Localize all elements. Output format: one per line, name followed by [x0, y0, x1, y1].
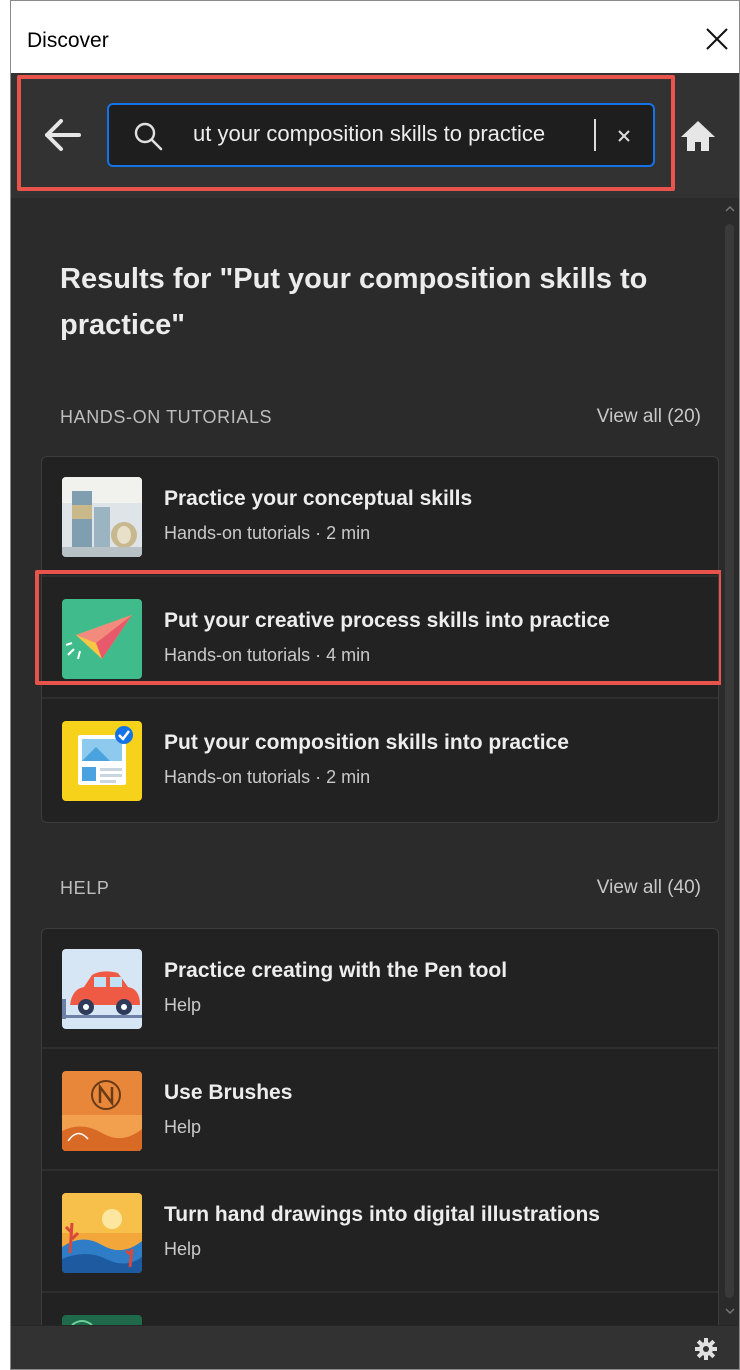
close-button[interactable] — [699, 19, 735, 59]
title-bar: Discover — [11, 1, 739, 73]
arrow-left-icon — [45, 119, 81, 151]
tutorials-view-all-link[interactable]: View all (20) — [597, 406, 701, 428]
clear-icon — [618, 130, 630, 142]
item-title: Practice creating with the Pen tool — [164, 959, 508, 982]
item-meta: Help — [164, 1239, 202, 1259]
help-item-pen-tool[interactable]: Practice creating with the Pen tool Help — [42, 929, 718, 1049]
item-meta: Hands-on tutorials · 2 min — [164, 523, 371, 543]
results-heading: Results for "Put your composition skills… — [60, 263, 648, 341]
home-button[interactable] — [677, 115, 719, 157]
partial-thumbnail — [62, 1315, 142, 1325]
search-field[interactable]: ut your composition skills to practice — [107, 103, 655, 167]
results-content: Results for "Put your composition skills… — [11, 198, 723, 1325]
item-meta: Hands-on tutorials · 2 min — [164, 767, 371, 787]
scroll-down-icon[interactable] — [725, 1306, 735, 1316]
search-icon — [134, 122, 163, 151]
gear-icon — [695, 1338, 717, 1360]
home-icon — [681, 121, 715, 151]
help-section-label: HELP — [60, 878, 110, 898]
discover-panel: Discover ut your composition skills to p… — [10, 0, 740, 1370]
help-list: Practice creating with the Pen tool Help… — [41, 928, 719, 1325]
item-title: Turn hand drawings into digital illustra… — [164, 1203, 600, 1226]
tutorial-item-conceptual[interactable]: Practice your conceptual skills Hands-on… — [42, 457, 718, 577]
tutorial-item-composition[interactable]: Put your composition skills into practic… — [42, 701, 718, 821]
settings-button[interactable] — [693, 1336, 719, 1362]
back-button[interactable] — [41, 115, 85, 155]
conceptual-skills-thumbnail — [62, 477, 142, 557]
close-icon — [706, 28, 728, 50]
search-header: ut your composition skills to practice — [11, 73, 739, 198]
selected-item-highlight-box — [35, 570, 723, 685]
help-item-brushes[interactable]: Use Brushes Help — [42, 1051, 718, 1171]
item-meta: Help — [164, 1117, 202, 1137]
help-item-hand-drawings[interactable]: Turn hand drawings into digital illustra… — [42, 1173, 718, 1293]
composition-layout-thumbnail — [62, 721, 142, 801]
item-meta: Help — [164, 995, 202, 1015]
help-item-partial[interactable] — [42, 1295, 718, 1325]
text-caret — [594, 119, 596, 151]
item-title: Use Brushes — [164, 1081, 293, 1104]
scroll-up-icon[interactable] — [725, 204, 735, 214]
panel-footer — [11, 1325, 739, 1369]
help-view-all-link[interactable]: View all (40) — [597, 877, 701, 899]
search-input[interactable]: ut your composition skills to practice — [193, 121, 593, 147]
item-title: Practice your conceptual skills — [164, 487, 473, 510]
car-drawing-thumbnail — [62, 949, 142, 1029]
item-title: Put your composition skills into practic… — [164, 731, 569, 754]
clear-search-button[interactable] — [609, 119, 639, 153]
scrollbar-thumb[interactable] — [725, 224, 734, 1298]
brush-map-thumbnail — [62, 1071, 142, 1151]
window-title: Discover — [27, 29, 109, 52]
sunset-illustration-thumbnail — [62, 1193, 142, 1273]
scrollbar[interactable] — [721, 198, 739, 1325]
tutorials-section-label: HANDS-ON TUTORIALS — [60, 407, 273, 427]
